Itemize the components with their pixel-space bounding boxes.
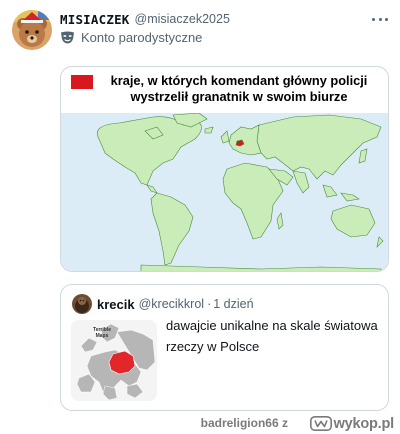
author-display-name[interactable]: MISIACZEK (60, 12, 130, 27)
quoted-separator: · (207, 297, 212, 311)
quoted-thumbnail[interactable]: Terrible Maps (71, 320, 157, 401)
author-handle[interactable]: @misiaczek2025 (135, 12, 230, 26)
map-title-text: kraje, w których komendant główny policj… (110, 73, 368, 104)
watermark-site: wykop.pl (333, 415, 395, 432)
author-avatar[interactable] (12, 10, 52, 50)
parody-label: Konto parodystyczne (60, 29, 202, 45)
world-map (61, 113, 388, 271)
watermark-user: badreligion66 z (201, 416, 288, 430)
parody-label-text: Konto parodystyczne (81, 29, 203, 45)
quoted-post[interactable]: krecik @krecikkrol · 1 dzień Terrible Ma… (60, 284, 389, 411)
wykop-logo: wykop.pl (309, 415, 395, 432)
watermark-bar: badreligion66 z wykop.pl (0, 412, 400, 434)
wykop-logo-icon (309, 416, 332, 431)
map-title: kraje, w których komendant główny policj… (71, 73, 379, 105)
thumbnail-label: Terrible Maps (93, 327, 111, 339)
more-dots-icon[interactable] (372, 12, 388, 26)
legend-swatch-icon (71, 75, 93, 89)
quoted-timestamp[interactable]: 1 dzień (213, 297, 253, 311)
watermark-username: badreligion66 (200, 416, 279, 430)
theater-mask-icon (61, 31, 74, 43)
post-image[interactable]: kraje, w których komendant główny policj… (60, 66, 389, 272)
quoted-text: dawajcie unikalne na skale światowa rzec… (166, 318, 378, 354)
quoted-author-name[interactable]: krecik (97, 297, 135, 312)
quoted-author-line: krecik @krecikkrol · 1 dzień (97, 295, 254, 313)
post[interactable]: MISIACZEK @misiaczek2025 Konto parodysty… (0, 0, 400, 412)
author-name-line: MISIACZEK @misiaczek2025 (60, 10, 230, 28)
quoted-author-avatar[interactable] (72, 294, 92, 314)
quoted-author-handle[interactable]: @krecikkrol (139, 297, 204, 311)
watermark-separator: z (282, 416, 288, 430)
